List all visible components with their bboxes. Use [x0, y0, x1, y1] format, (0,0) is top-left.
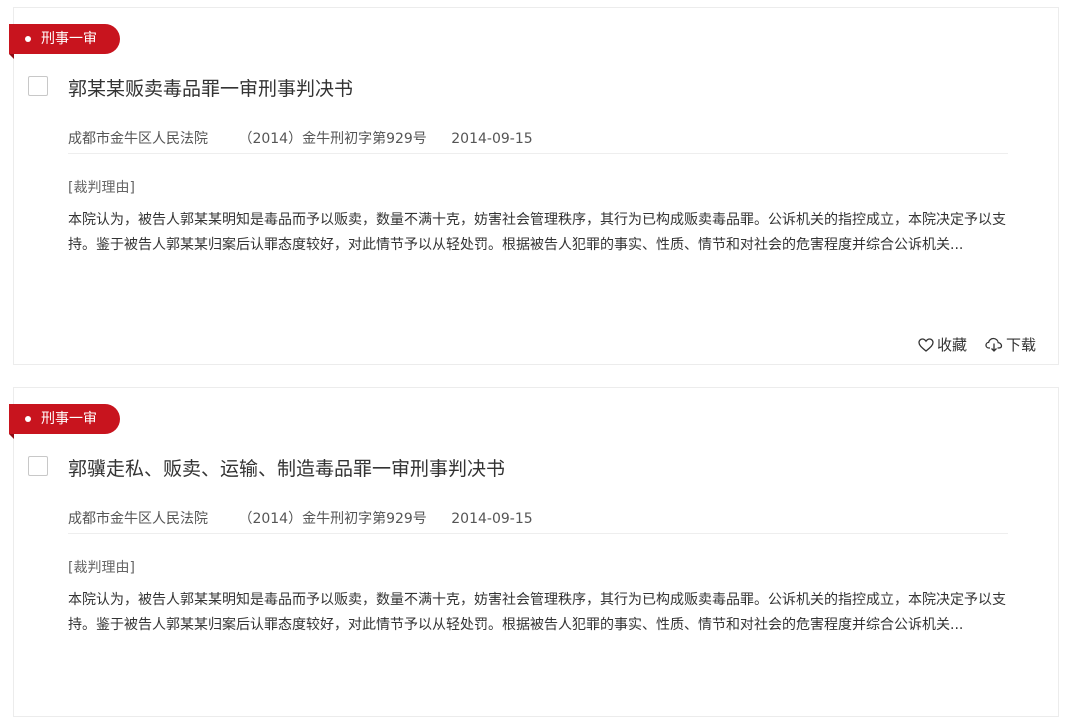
divider — [68, 153, 1008, 154]
favorite-button[interactable]: 收藏 — [918, 334, 967, 355]
case-type-label: 刑事一审 — [41, 31, 97, 47]
case-number: （2014）金牛刑初字第929号 — [238, 131, 427, 147]
case-number: （2014）金牛刑初字第929号 — [238, 511, 427, 527]
judgment-title[interactable]: 郭某某贩卖毒品罪一审刑事判决书 — [68, 74, 353, 101]
tag-dot-icon — [25, 36, 31, 42]
reason-text: 本院认为，被告人郭某某明知是毒品而予以贩卖，数量不满十克，妨害社会管理秩序，其行… — [68, 592, 1006, 633]
judgment-date: 2014-09-15 — [451, 511, 533, 527]
select-checkbox[interactable] — [28, 76, 48, 96]
judgment-card: 刑事一审 郭某某贩卖毒品罪一审刑事判决书 成都市金牛区人民法院 （2014）金牛… — [9, 7, 1059, 365]
divider — [68, 533, 1008, 534]
court-name: 成都市金牛区人民法院 — [68, 511, 208, 527]
case-type-tag: 刑事一审 — [9, 24, 120, 59]
cloud-download-icon — [985, 337, 1003, 352]
favorite-label: 收藏 — [936, 336, 967, 354]
select-checkbox[interactable] — [28, 456, 48, 476]
judgment-card: 刑事一审 郭骥走私、贩卖、运输、制造毒品罪一审刑事判决书 成都市金牛区人民法院 … — [9, 387, 1059, 717]
judgment-meta: 成都市金牛区人民法院 （2014）金牛刑初字第929号 2014-09-15 — [68, 128, 533, 148]
heart-icon — [918, 337, 934, 352]
reason-label: [裁判理由] — [68, 560, 135, 576]
tag-dot-icon — [25, 416, 31, 422]
court-name: 成都市金牛区人民法院 — [68, 131, 208, 147]
reason-text: 本院认为，被告人郭某某明知是毒品而予以贩卖，数量不满十克，妨害社会管理秩序，其行… — [68, 212, 1006, 253]
judgment-title[interactable]: 郭骥走私、贩卖、运输、制造毒品罪一审刑事判决书 — [68, 454, 505, 481]
download-label: 下载 — [1005, 336, 1036, 354]
case-type-tag: 刑事一审 — [9, 404, 120, 439]
download-button[interactable]: 下载 — [985, 334, 1036, 355]
case-type-label: 刑事一审 — [41, 411, 97, 427]
card-actions: 收藏 下载 — [918, 334, 1036, 355]
judgment-date: 2014-09-15 — [451, 131, 533, 147]
reason-label: [裁判理由] — [68, 180, 135, 196]
judgment-meta: 成都市金牛区人民法院 （2014）金牛刑初字第929号 2014-09-15 — [68, 508, 533, 528]
